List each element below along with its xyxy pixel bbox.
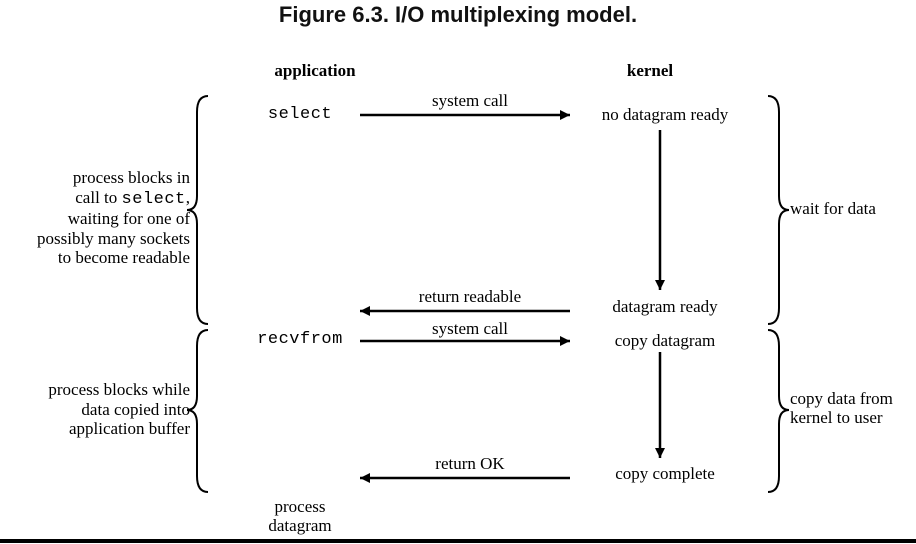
note2-line1: process blocks while xyxy=(48,380,190,399)
right-wait-label: wait for data xyxy=(790,200,910,219)
brace-right-wait xyxy=(768,96,789,324)
kernel-copy-datagram: copy datagram xyxy=(575,332,755,351)
kernel-datagram-ready: datagram ready xyxy=(575,298,755,317)
arrow-label-system-call-2: system call xyxy=(390,320,550,339)
figure-io-multiplexing: Figure 6.3. I/O multiplexing model. appl… xyxy=(0,0,916,544)
note-select-block: process blocks in call to select, waitin… xyxy=(0,168,190,268)
figure-title: Figure 6.3. I/O multiplexing model. xyxy=(0,2,916,28)
note2-line3: application buffer xyxy=(69,419,190,438)
note1-line2c: , xyxy=(186,188,190,207)
note1-line2a: call to xyxy=(75,188,121,207)
brace-right-copy xyxy=(768,330,789,492)
note1-line2b: select xyxy=(122,190,186,209)
arrow-label-return-ok: return OK xyxy=(390,455,550,474)
bottom-rule xyxy=(0,539,916,543)
app-process-datagram-label: process datagram xyxy=(240,498,360,535)
app-recvfrom-label: recvfrom xyxy=(240,331,360,350)
note2-line2: data copied into xyxy=(81,400,190,419)
arrow-label-return-readable: return readable xyxy=(390,288,550,307)
note1-line3: waiting for one of xyxy=(68,209,190,228)
note-copy-block: process blocks while data copied into ap… xyxy=(0,380,190,439)
note1-line1: process blocks in xyxy=(73,168,190,187)
header-application: application xyxy=(255,62,375,81)
arrow-label-system-call-1: system call xyxy=(390,92,550,111)
note1-line5: to become readable xyxy=(58,248,190,267)
right-copy-label: copy data from kernel to user xyxy=(790,390,916,427)
brace-left-copy xyxy=(187,330,208,492)
kernel-copy-complete: copy complete xyxy=(575,465,755,484)
brace-left-select xyxy=(187,96,208,324)
header-kernel: kernel xyxy=(590,62,710,81)
note1-line4: possibly many sockets xyxy=(37,229,190,248)
kernel-no-datagram: no datagram ready xyxy=(575,106,755,125)
app-select-label: select xyxy=(240,106,360,125)
